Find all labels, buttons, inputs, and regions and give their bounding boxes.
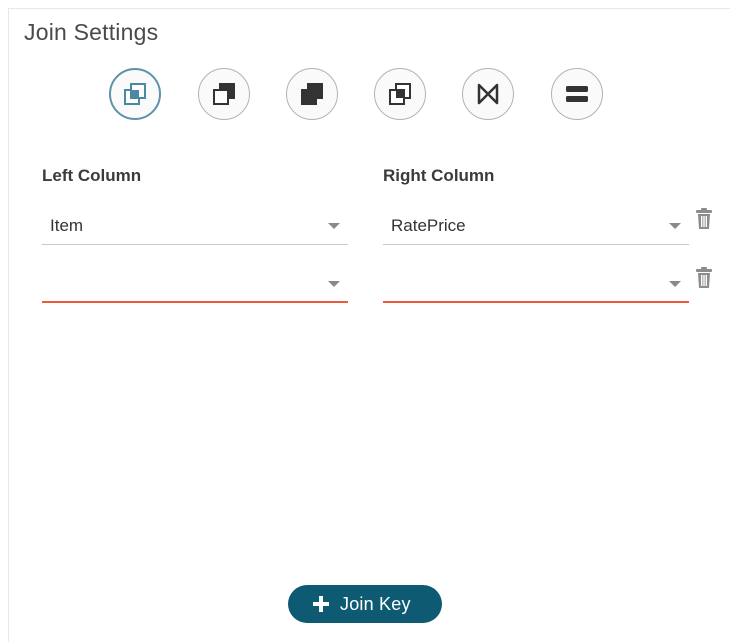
join-type-union-button[interactable] [551, 68, 603, 120]
inner-join-icon [124, 83, 146, 105]
right-column-select[interactable]: RatePrice [383, 209, 689, 245]
join-key-button-label: Join Key [340, 594, 411, 614]
left-column-value: Item [50, 216, 84, 235]
join-type-left-button[interactable] [198, 68, 250, 120]
trash-icon [696, 208, 712, 229]
delete-row-button[interactable] [694, 266, 714, 290]
join-type-cross-button[interactable] [462, 68, 514, 120]
join-type-right-button[interactable] [374, 68, 426, 120]
left-join-icon [213, 83, 235, 105]
outer-join-icon [301, 83, 323, 105]
chevron-down-icon [328, 281, 340, 287]
right-column-header: Right Column [383, 166, 495, 185]
join-type-inner-button[interactable] [109, 68, 161, 120]
panel-title: Join Settings [24, 19, 159, 45]
right-column-value: RatePrice [391, 216, 466, 235]
add-join-key-button[interactable]: Join Key [288, 585, 442, 623]
chevron-down-icon [328, 223, 340, 229]
plus-icon [312, 595, 330, 613]
trash-icon [696, 267, 712, 288]
chevron-down-icon [669, 223, 681, 229]
right-join-icon [389, 83, 411, 105]
left-column-header: Left Column [42, 166, 142, 185]
left-column-select[interactable]: Item [42, 209, 348, 245]
join-type-outer-button[interactable] [286, 68, 338, 120]
delete-row-button[interactable] [694, 207, 714, 231]
left-column-select[interactable] [42, 267, 348, 303]
union-icon [566, 86, 588, 102]
bowtie-join-icon [477, 83, 499, 105]
chevron-down-icon [669, 281, 681, 287]
right-column-select[interactable] [383, 267, 689, 303]
